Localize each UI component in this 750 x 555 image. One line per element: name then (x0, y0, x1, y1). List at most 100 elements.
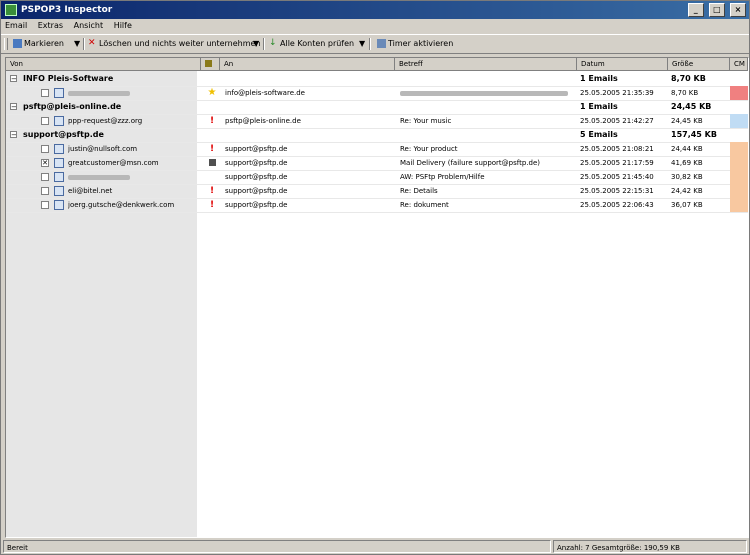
check-all-accounts-button[interactable]: ↓ Alle Konten prüfen (269, 35, 354, 53)
cm-indicator (730, 198, 748, 212)
group-mail-count: 5 Emails (580, 130, 618, 139)
cm-indicator (730, 170, 748, 184)
group-name: support@psftp.de (23, 130, 104, 139)
toolbar-separator (83, 38, 85, 50)
redacted-sender (68, 91, 130, 96)
group-size: 8,70 KB (671, 74, 706, 83)
mail-checkbox[interactable] (41, 187, 49, 195)
mail-checkbox[interactable] (41, 145, 49, 153)
star-icon: ★ (207, 87, 217, 98)
mail-icon (54, 88, 64, 98)
redacted-sender (68, 175, 130, 180)
close-button[interactable]: × (730, 3, 746, 17)
blocked-icon (208, 159, 216, 166)
mail-subject: Mail Delivery (failure support@psftp.de) (400, 159, 540, 167)
delete-button[interactable]: ✕ Löschen und nichts weiter unternehmen (88, 35, 261, 53)
group-row[interactable]: − support@psftp.de 5 Emails 157,45 KB (6, 128, 748, 143)
mail-to: support@psftp.de (225, 145, 288, 153)
collapse-toggle[interactable]: − (10, 131, 17, 139)
mail-icon (54, 172, 64, 182)
toolbar-grip[interactable] (4, 38, 8, 50)
mail-subject: AW: PSFtp Problem/Hilfe (400, 173, 485, 181)
mail-date: 25.05.2005 21:35:39 (580, 89, 654, 97)
check-all-dropdown-arrow[interactable]: ▼ (359, 35, 365, 53)
cm-indicator (730, 86, 748, 100)
mail-to: support@psftp.de (225, 159, 288, 167)
mail-row[interactable]: ppp-request@zzz.org! psftp@pleis-online.d… (6, 114, 748, 129)
mail-subject: Re: Details (400, 187, 438, 195)
mail-icon (54, 158, 64, 168)
mail-date: 25.05.2005 22:15:31 (580, 187, 654, 195)
minimize-button[interactable]: _ (687, 3, 704, 17)
title-bar[interactable]: PSPOP3 Inspector _ □ × (1, 1, 749, 19)
mail-flag: ! (205, 198, 219, 212)
group-name: psftp@pleis-online.de (23, 102, 122, 111)
menu-ansicht[interactable]: Ansicht (70, 19, 108, 33)
menu-hilfe[interactable]: Hilfe (110, 19, 136, 33)
group-size: 157,45 KB (671, 130, 717, 139)
timer-button[interactable]: Timer aktivieren (377, 35, 453, 53)
menu-bar: Email Extras Ansicht Hilfe (1, 19, 749, 33)
toolbar: Markieren ▼ ✕ Löschen und nichts weiter u… (1, 34, 749, 54)
cm-indicator (730, 184, 748, 198)
group-name: INFO Pleis-Software (23, 74, 114, 83)
column-header-subject[interactable]: Betreff (395, 58, 577, 71)
delete-dropdown-arrow[interactable]: ▼ (253, 35, 259, 53)
menu-extras[interactable]: Extras (34, 19, 67, 33)
mail-row[interactable]: support@psftp.de AW: PSFtp Problem/Hilfe 2… (6, 170, 748, 185)
column-header-date[interactable]: Datum (577, 58, 668, 71)
column-header-cm[interactable]: CM (730, 58, 748, 71)
mail-checkbox[interactable] (41, 201, 49, 209)
mail-icon (54, 116, 64, 126)
mail-to: support@psftp.de (225, 187, 288, 195)
status-bar: Bereit Anzahl: 7 Gesamtgröße: 190,59 KB (1, 540, 749, 554)
mail-size: 8,70 KB (671, 89, 699, 97)
mail-to: info@pleis-software.de (225, 89, 305, 97)
mail-date: 25.05.2005 22:06:43 (580, 201, 654, 209)
mail-date: 25.05.2005 21:08:21 (580, 145, 654, 153)
mail-subject: Re: Your product (400, 145, 458, 153)
mail-from: greatcustomer@msn.com (68, 159, 159, 167)
mail-checkbox[interactable] (41, 117, 49, 125)
mail-row[interactable]: joerg.gutsche@denkwerk.com! support@psftp… (6, 198, 748, 213)
redacted-subject (400, 91, 568, 96)
group-mail-count: 1 Emails (580, 102, 618, 111)
toolbar-separator (263, 38, 265, 50)
status-text: Bereit (3, 540, 551, 553)
mail-to: support@psftp.de (225, 201, 288, 209)
mail-checkbox[interactable]: ✕ (41, 159, 49, 167)
column-header-to[interactable]: An (220, 58, 395, 71)
priority-icon: ! (209, 186, 215, 196)
toolbar-separator (369, 38, 371, 50)
app-icon (5, 4, 17, 16)
timer-icon (377, 39, 386, 48)
mark-button[interactable]: Markieren (13, 35, 64, 53)
mail-date: 25.05.2005 21:45:40 (580, 173, 654, 181)
mail-date: 25.05.2005 21:42:27 (580, 117, 654, 125)
status-summary: Anzahl: 7 Gesamtgröße: 190,59 KB (553, 540, 747, 553)
mail-size: 24,44 KB (671, 145, 703, 153)
delete-label: Löschen und nichts weiter unternehmen (99, 39, 261, 48)
mail-row[interactable]: justin@nullsoft.com! support@psftp.de Re: … (6, 142, 748, 157)
group-row[interactable]: − INFO Pleis-Software 1 Emails 8,70 KB (6, 72, 748, 87)
menu-email[interactable]: Email (1, 19, 31, 33)
mail-checkbox[interactable] (41, 89, 49, 97)
column-header-flag[interactable] (201, 58, 220, 71)
collapse-toggle[interactable]: − (10, 103, 17, 111)
mail-size: 41,69 KB (671, 159, 703, 167)
group-mail-count: 1 Emails (580, 74, 618, 83)
mail-list[interactable]: Von An Betreff Datum Größe CM − INFO Plei… (5, 57, 749, 538)
column-header-size[interactable]: Größe (668, 58, 730, 71)
mail-checkbox[interactable] (41, 173, 49, 181)
mail-from: ppp-request@zzz.org (68, 117, 143, 125)
timer-label: Timer aktivieren (388, 39, 454, 48)
delete-x-icon: ✕ (88, 38, 96, 48)
mail-row[interactable]: ✕ greatcustomer@msn.com support@psftp.de Ma… (6, 156, 748, 171)
mail-row[interactable]: eli@bitel.net! support@psftp.de Re: Detail… (6, 184, 748, 199)
mail-row[interactable]: ★ info@pleis-software.de 25.05.2005 21:35:… (6, 86, 748, 101)
group-row[interactable]: − psftp@pleis-online.de 1 Emails 24,45 KB (6, 100, 748, 115)
maximize-button[interactable]: □ (708, 3, 725, 17)
column-header-from[interactable]: Von (6, 58, 201, 71)
mark-dropdown-arrow[interactable]: ▼ (74, 35, 80, 53)
collapse-toggle[interactable]: − (10, 75, 17, 83)
